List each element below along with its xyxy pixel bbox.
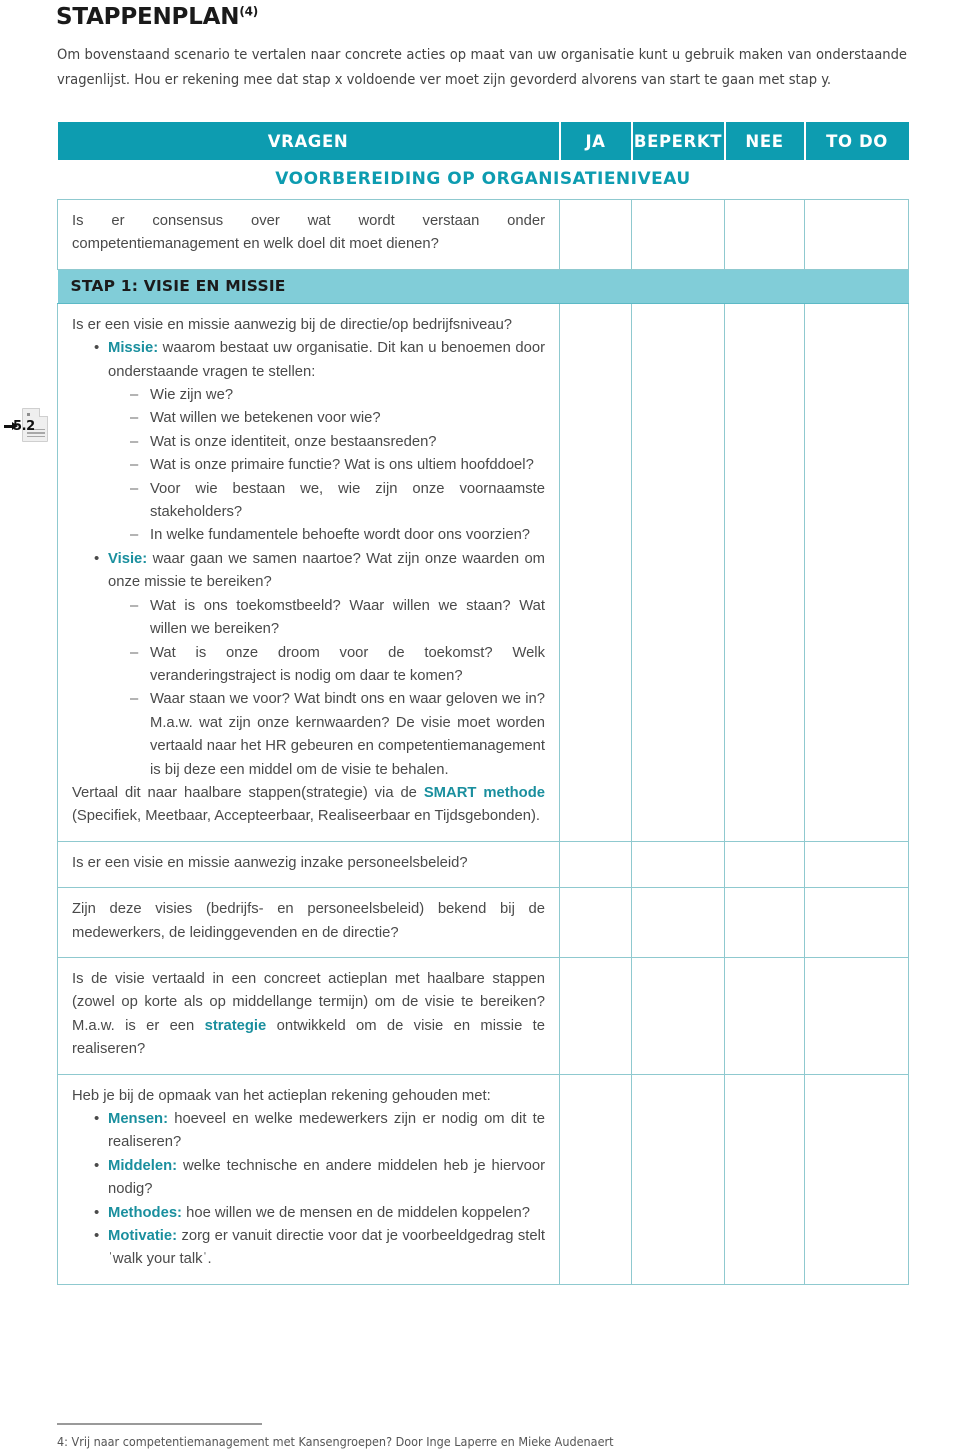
mensen-label: Mensen:: [108, 1111, 169, 1127]
answer-cell-ja[interactable]: [559, 956, 632, 1075]
list-item: Wat is onze droom voor de toekomst? Welk…: [130, 642, 545, 689]
question-opmaak: Heb je bij de opmaak van het actieplan r…: [57, 1073, 560, 1285]
bullet-list: Missie: waarom bestaat uw organisatie. D…: [72, 336, 545, 782]
list-item: Methodes: hoe willen we de mensen en de …: [94, 1201, 545, 1225]
visie-label: Visie:: [108, 550, 148, 567]
footnote-text: 4: Vrij naar competentiemanagement met K…: [57, 1434, 614, 1449]
table-row: Is er een visie en missie aanwezig bij d…: [57, 302, 909, 842]
list-item: Wat willen we betekenen voor wie?: [130, 407, 545, 431]
answer-cell-ja[interactable]: [559, 1073, 632, 1285]
sub-list: Wie zijn we? Wat willen we betekenen voo…: [108, 384, 545, 548]
list-item: Wie zijn we?: [130, 384, 545, 408]
smart-pre: Vertaal dit naar haalbare stappen(strate…: [72, 784, 424, 801]
table-row: Is er consensus over wat wordt verstaan …: [57, 199, 909, 270]
methodes-text: hoe willen we de mensen en de middelen k…: [182, 1204, 530, 1221]
smart-paragraph: Vertaal dit naar haalbare stappen(strate…: [72, 782, 545, 829]
answer-cell-nee[interactable]: [724, 199, 805, 270]
page-dot-icon: [27, 413, 30, 416]
reference-marker: 5.2: [4, 408, 52, 452]
bullet-list: Mensen: hoeveel en welke medewerkers zij…: [72, 1107, 545, 1272]
answer-cell-ja[interactable]: [559, 302, 632, 842]
question-bekend: Zijn deze visies (bedrijfs- en personeel…: [57, 887, 560, 958]
page-title-text: STAPPENPLAN: [56, 4, 240, 30]
answer-cell-nee[interactable]: [724, 956, 805, 1075]
list-item: Waar staan we voor? Wat bindt ons en waa…: [130, 688, 545, 782]
visie-text: waar gaan we samen naartoe? Wat zijn onz…: [108, 550, 545, 591]
question-visie-missie: Is er een visie en missie aanwezig bij d…: [57, 302, 560, 842]
list-item: Middelen: welke technische en andere mid…: [94, 1154, 545, 1202]
page-title: STAPPENPLAN(4): [56, 4, 258, 30]
answer-cell-todo[interactable]: [804, 887, 909, 958]
table-row: Is de visie vertaald in een concreet act…: [57, 956, 909, 1075]
middelen-label: Middelen:: [108, 1157, 178, 1174]
missie-label: Missie:: [108, 340, 159, 357]
answer-cell-beperkt[interactable]: [631, 302, 725, 842]
footnote-divider: [57, 1423, 262, 1425]
column-header-ja: JA: [559, 122, 633, 160]
answer-cell-todo[interactable]: [804, 956, 909, 1075]
column-header-todo: TO DO: [804, 122, 909, 160]
table-row: Heb je bij de opmaak van het actieplan r…: [57, 1073, 909, 1285]
question-text: Is er een visie en missie aanwezig bij d…: [72, 316, 513, 333]
list-item: Visie: waar gaan we samen naartoe? Wat z…: [94, 547, 545, 782]
answer-cell-beperkt[interactable]: [631, 1073, 725, 1285]
list-item: Wat is onze identiteit, onze bestaansred…: [130, 431, 545, 455]
answer-cell-nee[interactable]: [724, 302, 805, 842]
list-item: Wat is ons toekomstbeeld? Waar willen we…: [130, 595, 545, 642]
intro-paragraph: Om bovenstaand scenario te vertalen naar…: [57, 46, 907, 88]
table-row: Is er een visie en missie aanwezig inzak…: [57, 840, 909, 889]
question-personeelsbeleid: Is er een visie en missie aanwezig inzak…: [57, 840, 560, 889]
list-item: Motivatie: zorg er vanuit directie voor …: [94, 1224, 545, 1272]
sub-list: Wat is ons toekomstbeeld? Waar willen we…: [108, 595, 545, 782]
stappenplan-table: VRAGEN JA BEPERKT NEE TO DO VOORBEREIDIN…: [57, 122, 909, 1285]
answer-cell-ja[interactable]: [559, 840, 632, 889]
answer-cell-nee[interactable]: [724, 1073, 805, 1285]
list-item: In welke fundamentele behoefte wordt doo…: [130, 524, 545, 548]
section-title-row: VOORBEREIDING OP ORGANISATIENIVEAU: [57, 160, 909, 200]
answer-cell-todo[interactable]: [804, 840, 909, 889]
reference-label: 5.2: [13, 419, 35, 434]
step-band-title: STAP 1: VISIE EN MISSIE: [57, 268, 909, 304]
missie-text: waarom bestaat uw organisatie. Dit kan u…: [108, 340, 545, 380]
answer-cell-beperkt[interactable]: [631, 199, 725, 270]
answer-cell-nee[interactable]: [724, 887, 805, 958]
answer-cell-beperkt[interactable]: [631, 956, 725, 1075]
answer-cell-nee[interactable]: [724, 840, 805, 889]
smart-post: (Specifiek, Meetbaar, Accepteerbaar, Rea…: [72, 808, 541, 825]
column-header-vragen: VRAGEN: [57, 122, 561, 160]
list-item: Voor wie bestaan we, wie zijn onze voorn…: [130, 478, 545, 525]
column-header-beperkt: BEPERKT: [631, 122, 726, 160]
methodes-label: Methodes:: [108, 1204, 182, 1221]
column-header-nee: NEE: [724, 122, 806, 160]
page-title-superscript: (4): [239, 4, 259, 19]
answer-cell-todo[interactable]: [804, 199, 909, 270]
list-item: Mensen: hoeveel en welke medewerkers zij…: [94, 1107, 545, 1155]
list-item: Missie: waarom bestaat uw organisatie. D…: [94, 336, 545, 548]
answer-cell-todo[interactable]: [804, 302, 909, 842]
smart-label: SMART methode: [423, 784, 545, 801]
question-text: Heb je bij de opmaak van het actieplan r…: [72, 1087, 491, 1104]
page-fold-icon: [39, 408, 48, 417]
answer-cell-ja[interactable]: [559, 887, 632, 958]
question-consensus: Is er consensus over wat wordt verstaan …: [57, 199, 560, 270]
document-page: STAPPENPLAN(4) Om bovenstaand scenario t…: [0, 0, 960, 1454]
strategie-label: strategie: [204, 1017, 267, 1034]
step-band-row: STAP 1: VISIE EN MISSIE: [57, 268, 909, 304]
table-row: Zijn deze visies (bedrijfs- en personeel…: [57, 887, 909, 958]
answer-cell-beperkt[interactable]: [631, 887, 725, 958]
answer-cell-ja[interactable]: [559, 199, 632, 270]
answer-cell-todo[interactable]: [804, 1073, 909, 1285]
answer-cell-beperkt[interactable]: [631, 840, 725, 889]
question-actieplan: Is de visie vertaald in een concreet act…: [57, 956, 560, 1075]
motivatie-label: Motivatie:: [108, 1228, 178, 1245]
list-item: Wat is onze primaire functie? Wat is ons…: [130, 454, 545, 478]
section-title: VOORBEREIDING OP ORGANISATIENIVEAU: [57, 160, 909, 200]
mensen-text: hoeveel en welke medewerkers zijn er nod…: [108, 1111, 545, 1151]
table-header-row: VRAGEN JA BEPERKT NEE TO DO: [57, 122, 909, 160]
